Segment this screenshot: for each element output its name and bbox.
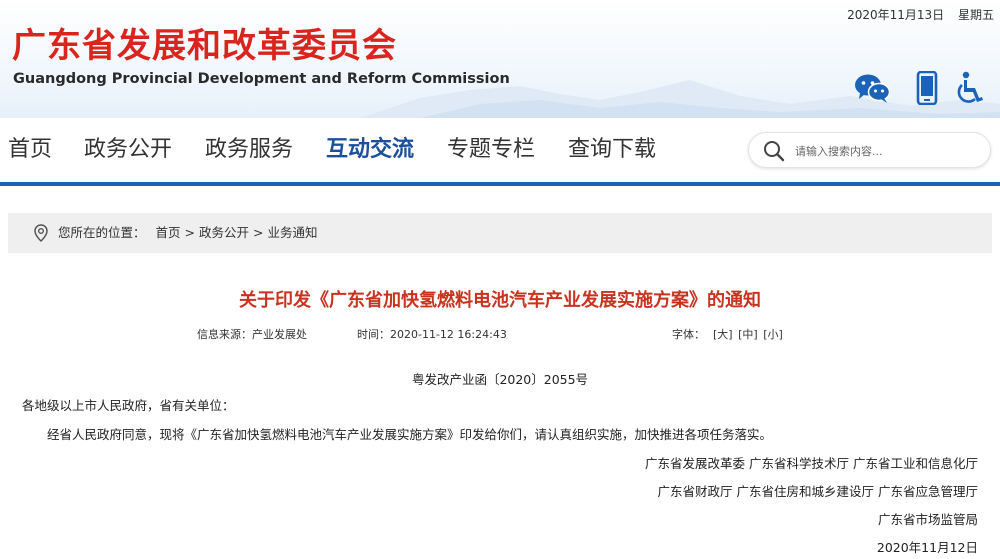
- site-title[interactable]: 广东省发展和改革委员会: [12, 26, 397, 66]
- article-source: 信息来源：产业发展处: [197, 327, 307, 343]
- search-input[interactable]: [795, 141, 980, 161]
- accessibility-icon[interactable]: [950, 68, 990, 108]
- search-icon[interactable]: [763, 140, 785, 162]
- date-display: 2020年11月13日 星期五: [847, 6, 994, 23]
- document-number: 粤发改产业函〔2020〕2055号: [411, 372, 589, 387]
- signatory-line: 广东省发展改革委 广东省科学技术厅 广东省工业和信息化厅: [645, 456, 978, 471]
- mobile-icon[interactable]: [907, 68, 947, 108]
- time-value: 2020-11-12 16:24:43: [390, 328, 507, 341]
- nav-item-special-topics[interactable]: 专题专栏: [447, 136, 535, 164]
- signatory-line: 广东省财政厅 广东省住房和城乡建设厅 广东省应急管理厅: [657, 484, 978, 499]
- nav-item-interaction[interactable]: 互动交流: [326, 136, 414, 164]
- breadcrumb-home[interactable]: 首页: [156, 225, 181, 240]
- site-header: 2020年11月13日 星期五 广东省发展和改革委员会 Guangdong Pr…: [0, 0, 1000, 118]
- article-salutation: 各地级以上市人民政府，省有关单位：: [22, 398, 235, 413]
- nav-underline: [0, 182, 1000, 186]
- nav-item-government-affairs[interactable]: 政务公开: [84, 136, 172, 164]
- search-box: [748, 132, 991, 168]
- nav-item-government-services[interactable]: 政务服务: [205, 136, 293, 164]
- breadcrumb: 您所在的位置： 首页 > 政务公开 > 业务通知: [8, 213, 992, 253]
- nav-item-downloads[interactable]: 查询下载: [568, 136, 656, 164]
- breadcrumb-path: 您所在的位置： 首页 > 政务公开 > 业务通知: [58, 224, 318, 242]
- breadcrumb-business-notice[interactable]: 业务通知: [268, 225, 318, 240]
- font-size-label: 字体：: [672, 328, 705, 341]
- current-weekday: 星期五: [957, 8, 994, 22]
- current-date: 2020年11月13日: [847, 8, 945, 22]
- time-label: 时间：: [357, 328, 390, 341]
- sign-date: 2020年11月12日: [876, 540, 978, 555]
- breadcrumb-separator: >: [184, 225, 196, 240]
- breadcrumb-separator: >: [253, 225, 264, 240]
- breadcrumb-government-affairs[interactable]: 政务公开: [199, 225, 249, 240]
- font-size-medium[interactable]: [中]: [738, 328, 758, 341]
- article-title: 关于印发《广东省加快氢燃料电池汽车产业发展实施方案》的通知: [239, 290, 761, 311]
- site-subtitle: Guangdong Provincial Development and Ref…: [13, 71, 510, 87]
- location-pin-icon: [34, 224, 48, 242]
- wechat-icon[interactable]: [852, 68, 892, 108]
- article-body-paragraph: 经省人民政府同意，现将《广东省加快氢燃料电池汽车产业发展实施方案》印发给你们，请…: [47, 427, 773, 442]
- breadcrumb-label: 您所在的位置：: [58, 225, 146, 240]
- font-size-large[interactable]: [大]: [713, 328, 733, 341]
- nav-item-home[interactable]: 首页: [8, 136, 52, 164]
- signatory-line: 广东省市场监管局: [877, 512, 978, 527]
- font-size-small[interactable]: [小]: [763, 328, 783, 341]
- font-size-controls: 字体： [大] [中] [小]: [672, 327, 783, 343]
- article-time: 时间：2020-11-12 16:24:43: [357, 327, 507, 343]
- source-value: 产业发展处: [252, 328, 307, 341]
- source-label: 信息来源：: [197, 328, 252, 341]
